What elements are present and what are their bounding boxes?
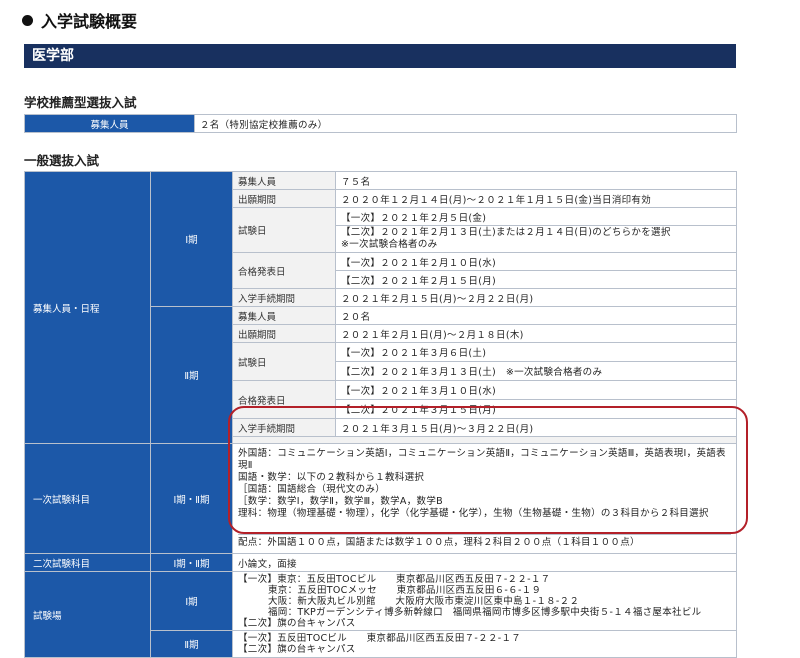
school-recommend-heading: 学校推薦型選抜入試 [24,95,137,110]
subject-line-science: 理科：物理（物理基礎・物理），化学（化学基礎・化学），生物（生物基礎・生物）の３… [238,508,709,519]
venue-p2-line: 【一次】五反田TOCビル 東京都品川区西五反田７-２２-１７ [238,633,522,644]
p1-result-second: 【二次】２０２１年２月１５日(月) [335,270,737,289]
venue-p1-line: 大阪：新大阪丸ビル別館 大阪府大阪市東淀川区東中島１-１８-２２ [268,595,580,607]
venue-p1-line: 福岡：TKPガーデンシティ博多新幹線口 福岡県福岡市博多区博多駅中央街５-１４福… [268,606,702,618]
p2-capacity-label: 募集人員 [232,306,336,325]
venue-period1-detail: 【一次】東京：五反田TOCビル 東京都品川区西五反田７-２２-１７ 東京：五反田… [232,571,737,631]
table-row: 二次試験科目 Ⅰ期・Ⅱ期 小論文，面接 [24,553,737,572]
venue-label: 試験場 [24,571,151,658]
p2-procedure-value: ２０２１年３月１５日(月)～３月２２日(月) [335,418,737,437]
school-recommend-table: 募集人員 ２名（特別協定校推薦のみ） [24,114,737,133]
p1-exam-second-cell: 【二次】２０２１年２月１３日(土)または２月１４日(日)のどちらかを選択 ※一次… [335,225,737,253]
subject-line-japanese: ［国語：国語総合（現代文のみ） [238,484,386,495]
p1-procedure-label: 入学手続期間 [232,288,336,307]
second-subjects-period: Ⅰ期・Ⅱ期 [150,553,233,572]
p1-application-value: ２０２０年１２月１４日(月)～２０２１年１月１５日(金)当日消印有効 [335,189,737,208]
p1-exam-second: 【二次】２０２１年２月１３日(土)または２月１４日(日)のどちらかを選択 [341,227,671,238]
capacity-label: 募集人員 [24,114,195,133]
venue-period1-label: Ⅰ期 [150,571,233,631]
page-title: 入学試験概要 [22,8,137,32]
first-subjects-label: 一次試験科目 [24,443,151,554]
general-exam-table: 募集人員・日程 Ⅰ期 募集人員 ７５名 出願期間 ２０２０年１２月１４日(月)～… [24,171,737,658]
first-subjects-detail: 外国語：コミュニケーション英語Ⅰ，コミュニケーション英語Ⅱ，コミュニケーション英… [232,443,737,554]
subject-line-choice: 国語・数学：以下の２教科から１教科選択 [238,472,425,483]
p1-application-label: 出願期間 [232,189,336,208]
table-row: 一次試験科目 Ⅰ期・Ⅱ期 外国語：コミュニケーション英語Ⅰ，コミュニケーション英… [24,443,737,554]
p2-exam-second: 【二次】２０２１年３月１３日(土) ※一次試験合格者のみ [335,361,737,381]
page-title-text: 入学試験概要 [41,12,138,31]
subject-line-foreign: 外国語：コミュニケーション英語Ⅰ，コミュニケーション英語Ⅱ，コミュニケーション英… [238,448,726,471]
p2-application-value: ２０２１年２月１日(月)～２月１８日(木) [335,324,737,343]
spacer-cell [232,436,737,444]
capacity-value: ２名（特別協定校推薦のみ） [194,114,737,133]
p2-result-second: 【二次】２０２１年３月１５日(月) [335,399,737,419]
subject-score: 配点：外国語１００点，国語または数学１００点，理科２科目２００点（１科目１００点… [238,534,731,549]
p1-result-first: 【一次】２０２１年２月１０日(水) [335,252,737,271]
subject-line-math: ［数学：数学Ⅰ，数学Ⅱ，数学Ⅲ，数学A，数学B [238,496,443,507]
document-page: 入学試験概要 医学部 学校推薦型選抜入試 募集人員 ２名（特別協定校推薦のみ） … [0,0,800,658]
period2-label: Ⅱ期 [150,306,233,444]
p2-exam-label: 試験日 [232,342,336,381]
table-row: 募集人員・日程 Ⅰ期 募集人員 ７５名 [24,171,737,444]
bullet-icon [22,14,33,26]
p2-exam-first: 【一次】２０２１年３月６日(土) [335,342,737,362]
p1-exam-second-note: ※一次試験合格者のみ [341,239,438,250]
p2-application-label: 出願期間 [232,324,336,343]
table-row: 募集人員 ２名（特別協定校推薦のみ） [24,114,737,133]
table-row: 試験場 Ⅰ期 【一次】東京：五反田TOCビル 東京都品川区西五反田７-２２-１７… [24,571,737,658]
p2-procedure-label: 入学手続期間 [232,418,336,437]
schedule-group-label: 募集人員・日程 [24,171,151,444]
second-subjects-value: 小論文，面接 [232,553,737,572]
general-heading: 一般選抜入試 [24,153,100,168]
p1-capacity-label: 募集人員 [232,171,336,190]
p2-result-label: 合格発表日 [232,380,336,419]
venue-period2-label: Ⅱ期 [150,630,233,658]
p2-result-first: 【一次】２０２１年３月１０日(水) [335,380,737,400]
second-subjects-label: 二次試験科目 [24,553,151,572]
p1-exam-first: 【一次】２０２１年２月５日(金) [335,207,737,226]
p1-procedure-value: ２０２１年２月１５日(月)～２月２２日(月) [335,288,737,307]
p2-capacity-value: ２０名 [335,306,737,325]
p1-capacity-value: ７５名 [335,171,737,190]
venue-p1-line: 東京：五反田TOCメッセ 東京都品川区西五反田６-６-１９ [268,584,542,596]
venue-p1-line: 【一次】東京：五反田TOCビル 東京都品川区西五反田７-２２-１７ [238,573,551,585]
venue-p1-line: 【二次】旗の台キャンパス [238,617,356,629]
venue-period2-detail: 【一次】五反田TOCビル 東京都品川区西五反田７-２２-１７ 【二次】旗の台キャ… [232,630,737,658]
first-subjects-period: Ⅰ期・Ⅱ期 [150,443,233,554]
p1-result-label: 合格発表日 [232,252,336,289]
department-band: 医学部 [24,44,736,68]
p1-exam-label: 試験日 [232,207,336,253]
period1-label: Ⅰ期 [150,171,233,307]
